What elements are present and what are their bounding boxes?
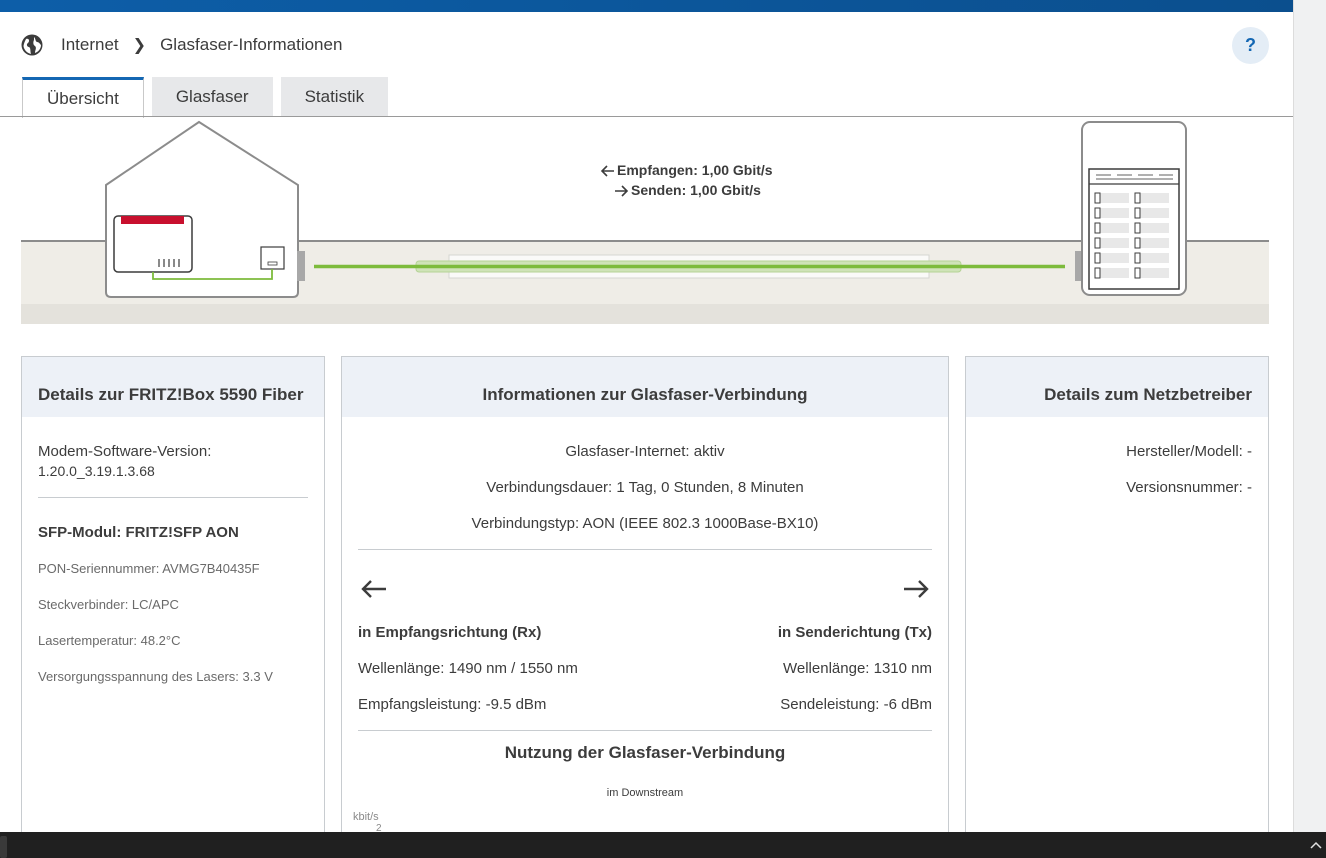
breadcrumb: Internet ❯ Glasfaser-Informationen bbox=[20, 32, 342, 58]
page: Internet ❯ Glasfaser-Informationen ? Übe… bbox=[0, 0, 1293, 832]
chevron-right-icon: ❯ bbox=[132, 37, 147, 54]
divider bbox=[358, 549, 932, 550]
tab-statistik[interactable]: Statistik bbox=[280, 77, 389, 117]
tab-bar: Übersicht Glasfaser Statistik bbox=[22, 77, 389, 118]
send-speed: Senden: 1,00 Gbit/s bbox=[631, 182, 761, 198]
tx-wavelength: Wellenlänge: 1310 nm bbox=[783, 660, 932, 677]
rx-title: in Empfangsrichtung (Rx) bbox=[358, 624, 542, 641]
chart-tick-label: 2 bbox=[376, 823, 382, 832]
arrow-right-icon bbox=[615, 185, 629, 197]
fiber-socket-icon bbox=[260, 246, 285, 270]
receive-speed: Empfangen: 1,00 Gbit/s bbox=[617, 162, 773, 178]
rx-wavelength: Wellenlänge: 1490 nm / 1550 nm bbox=[358, 660, 578, 677]
operator-details-card: Details zum Netzbetreiber Hersteller/Mod… bbox=[965, 356, 1269, 832]
fritzbox-card-title: Details zur FRITZ!Box 5590 Fiber bbox=[22, 357, 324, 417]
laser-temperature: Lasertemperatur: 48.2°C bbox=[38, 633, 181, 648]
pon-serial: PON-Seriennummer: AVMG7B40435F bbox=[38, 561, 260, 576]
connection-duration: Verbindungsdauer: 1 Tag, 0 Stunden, 8 Mi… bbox=[486, 479, 804, 496]
breadcrumb-current: Glasfaser-Informationen bbox=[160, 35, 343, 54]
fritzbox-details-card: Details zur FRITZ!Box 5590 Fiber Modem-S… bbox=[21, 356, 325, 832]
arrow-left-icon bbox=[361, 580, 386, 598]
globe-icon bbox=[21, 34, 43, 56]
router-icon bbox=[113, 215, 193, 273]
chart-unit-label: kbit/s bbox=[353, 811, 379, 823]
help-button[interactable]: ? bbox=[1232, 27, 1269, 64]
software-version-label: Modem-Software-Version: bbox=[38, 443, 212, 460]
connection-diagram: Empfangen: 1,00 Gbit/s Senden: 1,00 Gbit… bbox=[21, 117, 1269, 324]
arrow-right-icon bbox=[904, 580, 929, 598]
usage-subtitle: im Downstream bbox=[606, 787, 684, 799]
tx-power: Sendeleistung: -6 dBm bbox=[780, 696, 932, 713]
taskbar bbox=[0, 832, 1326, 858]
top-bar bbox=[0, 0, 1293, 12]
server-cabinet-icon bbox=[1075, 121, 1187, 296]
sfp-module-title: SFP-Modul: FRITZ!SFP AON bbox=[38, 524, 239, 541]
taskbar-edge bbox=[0, 836, 7, 858]
software-version-value: 1.20.0_3.19.1.3.68 bbox=[38, 463, 155, 479]
arrow-left-icon bbox=[600, 165, 614, 177]
laser-voltage: Versorgungsspannung des Lasers: 3.3 V bbox=[38, 669, 273, 684]
fiber-connection-card: Informationen zur Glasfaser-Verbindung G… bbox=[341, 356, 949, 832]
tab-glasfaser[interactable]: Glasfaser bbox=[151, 77, 273, 117]
chevron-up-icon[interactable] bbox=[1310, 840, 1322, 850]
divider bbox=[38, 497, 308, 498]
connection-type: Verbindungstyp: AON (IEEE 802.3 1000Base… bbox=[471, 515, 819, 532]
usage-title: Nutzung der Glasfaser-Verbindung bbox=[504, 743, 786, 762]
tx-title: in Senderichtung (Tx) bbox=[777, 624, 932, 641]
diagram-graphic bbox=[21, 120, 1269, 324]
manufacturer-model: Hersteller/Modell: - bbox=[1126, 443, 1252, 460]
connection-card-title: Informationen zur Glasfaser-Verbindung bbox=[342, 357, 948, 417]
divider bbox=[358, 730, 932, 731]
breadcrumb-internet[interactable]: Internet bbox=[61, 35, 119, 55]
connector-type: Steckverbinder: LC/APC bbox=[38, 597, 179, 612]
tab-uebersicht[interactable]: Übersicht bbox=[22, 77, 144, 118]
fiber-status: Glasfaser-Internet: aktiv bbox=[565, 443, 725, 460]
version-number: Versionsnummer: - bbox=[1126, 479, 1252, 496]
rx-power: Empfangsleistung: -9.5 dBm bbox=[358, 696, 547, 713]
operator-card-title: Details zum Netzbetreiber bbox=[966, 357, 1268, 417]
scrollbar-gutter[interactable] bbox=[1293, 0, 1326, 832]
